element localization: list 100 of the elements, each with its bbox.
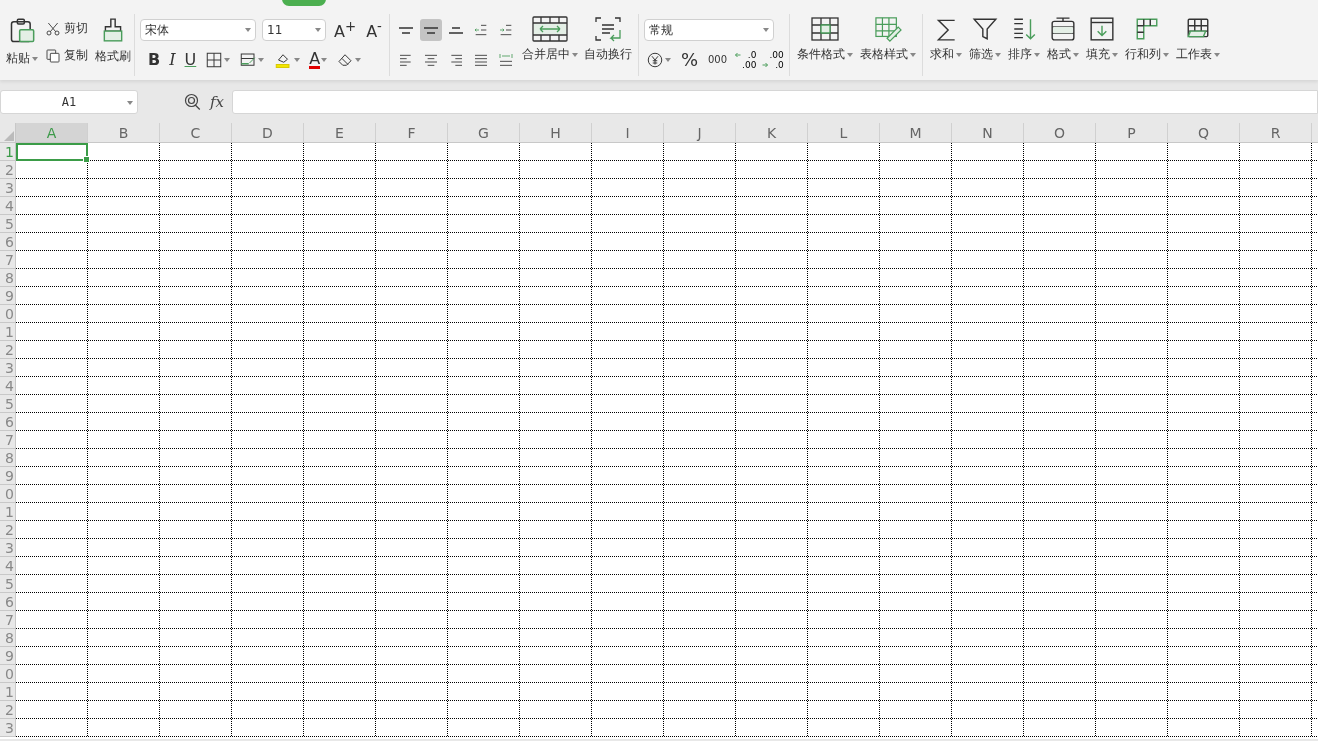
ribbon-button[interactable]: 表格样式 (858, 14, 917, 65)
caret-icon (321, 58, 328, 62)
cut-button[interactable]: 剪切 (43, 18, 90, 39)
row-header[interactable]: 2 (0, 521, 16, 539)
copy-button[interactable]: 复制 (43, 45, 90, 66)
conditional-format-icon (809, 16, 840, 42)
font-name-field[interactable]: 宋体 (140, 19, 256, 41)
zoom-icon[interactable] (184, 93, 202, 111)
row-header[interactable]: 9 (0, 467, 16, 485)
column-header[interactable]: E (304, 123, 376, 143)
row-header[interactable]: 0 (0, 485, 16, 503)
row-header[interactable]: 5 (0, 215, 16, 233)
row-header[interactable]: 1 (0, 143, 16, 161)
row-header[interactable]: 3 (0, 179, 16, 197)
caret-icon (846, 52, 853, 57)
underline-button[interactable]: U (182, 49, 199, 71)
merge-center-button[interactable]: 合并居中 (520, 14, 579, 65)
row-header[interactable]: 0 (0, 665, 16, 683)
row-header[interactable]: 1 (0, 323, 16, 341)
format-painter-button[interactable]: 格式刷 (94, 14, 132, 67)
caret-icon (955, 52, 962, 57)
row-header[interactable]: 1 (0, 503, 16, 521)
indent-decrease-icon (472, 22, 489, 38)
column-header[interactable]: H (520, 123, 592, 143)
column-header[interactable]: M (880, 123, 952, 143)
row-header[interactable]: 8 (0, 629, 16, 647)
ribbon-button[interactable]: 格式 (1045, 14, 1080, 65)
function-label[interactable]: fx (210, 93, 224, 111)
row-header[interactable]: 6 (0, 233, 16, 251)
column-header[interactable]: F (376, 123, 448, 143)
row-header[interactable]: 3 (0, 719, 16, 737)
table-pen-icon (239, 51, 258, 69)
column-header[interactable]: A (16, 123, 88, 143)
ribbon-button[interactable]: 行和列 (1123, 14, 1170, 65)
row-header[interactable]: 5 (0, 575, 16, 593)
column-header[interactable]: K (736, 123, 808, 143)
format-table-icon (1049, 16, 1076, 42)
row-header[interactable]: 8 (0, 269, 16, 287)
column-header[interactable]: N (952, 123, 1024, 143)
row-header[interactable]: 5 (0, 395, 16, 413)
bold-button[interactable]: B (146, 49, 163, 71)
decimal-decrease-button[interactable]: .00 .0 (762, 50, 784, 70)
row-header[interactable]: 7 (0, 431, 16, 449)
row-header[interactable]: 6 (0, 593, 16, 611)
ribbon-button[interactable]: 条件格式 (795, 14, 854, 65)
column-header[interactable]: B (88, 123, 160, 143)
number-format-field[interactable]: 常规 (643, 19, 774, 41)
caret-icon (355, 58, 362, 62)
column-header[interactable]: J (664, 123, 736, 143)
row-header[interactable]: 7 (0, 611, 16, 629)
column-header[interactable]: R (1240, 123, 1312, 143)
ribbon-button[interactable]: 排序 (1006, 14, 1041, 65)
ribbon-button[interactable]: 工作表 (1174, 14, 1221, 65)
paste-button[interactable]: 粘贴 (5, 14, 39, 69)
row-header[interactable]: 4 (0, 557, 16, 575)
column-header[interactable]: Q (1168, 123, 1240, 143)
percent-button[interactable]: % (678, 49, 700, 71)
align-button[interactable] (419, 19, 442, 41)
column-header[interactable]: C (160, 123, 232, 143)
column-header[interactable]: I (592, 123, 664, 143)
formula-field[interactable] (232, 90, 1318, 114)
row-header[interactable]: 9 (0, 287, 16, 305)
ribbon-button[interactable]: 筛选 (967, 14, 1002, 65)
fill-handle[interactable] (83, 156, 90, 163)
column-header[interactable]: O (1024, 123, 1096, 143)
row-header[interactable]: 2 (0, 161, 16, 179)
row-header[interactable]: 2 (0, 701, 16, 719)
column-header[interactable]: P (1096, 123, 1168, 143)
row-header[interactable]: 1 (0, 683, 16, 701)
caret-icon (571, 52, 578, 57)
caret-icon (664, 58, 671, 62)
row-header[interactable]: 7 (0, 251, 16, 269)
ribbon-button[interactable]: 填充 (1084, 14, 1119, 65)
shrink-font-button[interactable]: A$^{-}$ (364, 16, 384, 44)
column-header[interactable]: D (232, 123, 304, 143)
row-header[interactable]: 2 (0, 341, 16, 359)
grow-font-button[interactable]: A$^{+}$ (332, 16, 359, 44)
selected-cell[interactable] (16, 143, 88, 161)
row-header[interactable]: 3 (0, 359, 16, 377)
row-header[interactable]: 0 (0, 305, 16, 323)
column-header[interactable]: L (808, 123, 880, 143)
row-header[interactable]: 6 (0, 413, 16, 431)
italic-button[interactable]: I (167, 49, 178, 71)
wrap-text-button[interactable]: 自动换行 (582, 14, 633, 65)
align-center-icon (422, 52, 439, 68)
caret-icon (32, 56, 38, 61)
row-header[interactable]: 4 (0, 377, 16, 395)
row-header[interactable]: 9 (0, 647, 16, 665)
name-box[interactable]: A1 (0, 90, 138, 114)
ribbon-button[interactable]: 求和 (928, 14, 963, 65)
caret-icon (1162, 52, 1169, 57)
column-header[interactable]: G (448, 123, 520, 143)
thousands-button[interactable]: 000 (706, 49, 730, 71)
caret-icon (762, 28, 769, 32)
decimal-increase-button[interactable]: .0 .00 (735, 50, 757, 70)
font-color-button[interactable]: A (307, 49, 330, 71)
row-header[interactable]: 3 (0, 539, 16, 557)
font-size-field[interactable]: 11 (262, 19, 326, 41)
row-header[interactable]: 8 (0, 449, 16, 467)
row-header[interactable]: 4 (0, 197, 16, 215)
